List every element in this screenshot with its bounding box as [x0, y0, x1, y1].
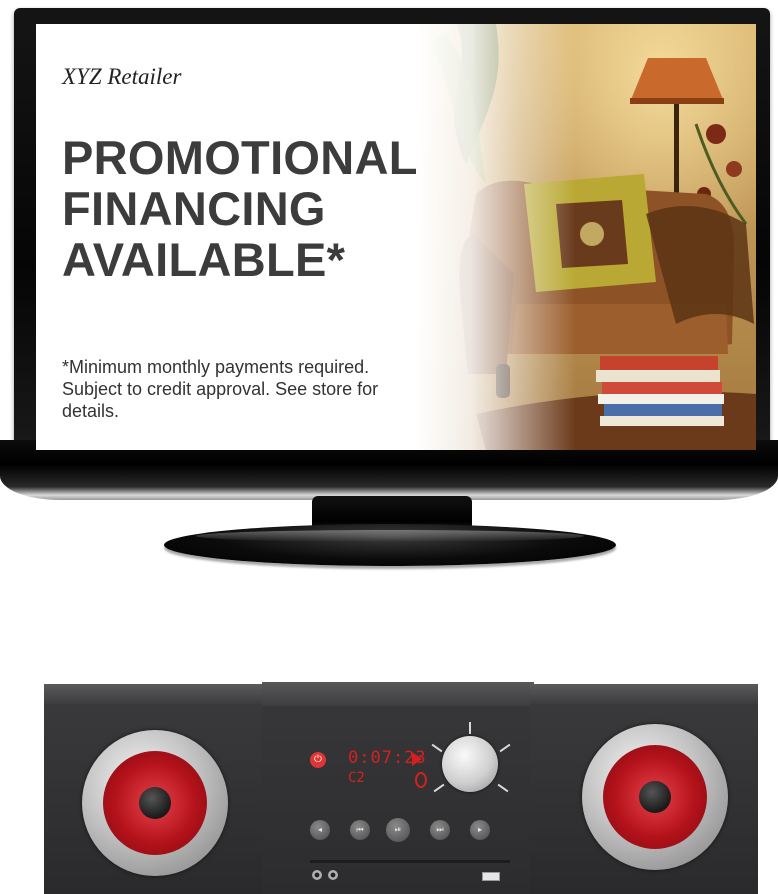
headline-line-2: FINANCING: [62, 182, 326, 235]
headphone-jack[interactable]: [312, 870, 322, 880]
knob-tick-mark: [431, 743, 443, 753]
stereo-system: ⏻ 0:07:23 C2 ◂ ⏮ ⏯ ⏭ ▸: [0, 670, 778, 894]
next-track-button[interactable]: ⏭: [430, 820, 450, 840]
tv-stand-highlight: [196, 530, 584, 542]
power-icon[interactable]: ⏻: [310, 752, 326, 768]
knob-tick-mark: [469, 722, 471, 734]
volume-knob[interactable]: [442, 736, 498, 792]
headline-line-1: PROMOTIONAL: [62, 131, 418, 184]
usb-port[interactable]: [482, 872, 500, 881]
knob-tick-mark: [433, 783, 445, 793]
woofer-dust-cap: [139, 787, 171, 819]
speaker-top: [530, 684, 758, 704]
play-pause-button[interactable]: ⏯: [386, 818, 410, 842]
aux-input-jack[interactable]: [328, 870, 338, 880]
unit-top: [262, 682, 534, 706]
play-indicator-icon: [412, 752, 422, 766]
speaker-top: [44, 684, 272, 704]
tv-screen: XYZ Retailer PROMOTIONAL FINANCING AVAIL…: [36, 24, 756, 450]
woofer-cone: [603, 745, 707, 849]
record-indicator-icon: [415, 772, 427, 788]
stop-button[interactable]: ◂: [310, 820, 330, 840]
woofer-cone: [103, 751, 207, 855]
cd-slot[interactable]: [310, 860, 510, 863]
knob-tick-mark: [499, 743, 511, 753]
knob-tick-mark: [497, 783, 509, 793]
financing-disclaimer: *Minimum monthly payments required. Subj…: [62, 357, 379, 421]
right-speaker: [530, 684, 758, 894]
woofer-surround: [82, 730, 228, 876]
television: XYZ Retailer PROMOTIONAL FINANCING AVAIL…: [0, 0, 778, 580]
headline-line-3: AVAILABLE*: [62, 233, 346, 286]
woofer-dust-cap: [639, 781, 671, 813]
stereo-main-unit: ⏻ 0:07:23 C2 ◂ ⏮ ⏯ ⏭ ▸: [262, 682, 534, 894]
retailer-name: XYZ Retailer: [62, 64, 182, 89]
woofer-surround: [582, 724, 728, 870]
previous-track-button[interactable]: ⏮: [350, 820, 370, 840]
promo-headline: PROMOTIONAL FINANCING AVAILABLE*: [62, 132, 522, 285]
display-track: C2: [348, 770, 365, 786]
forward-button[interactable]: ▸: [470, 820, 490, 840]
left-speaker: [44, 684, 272, 894]
